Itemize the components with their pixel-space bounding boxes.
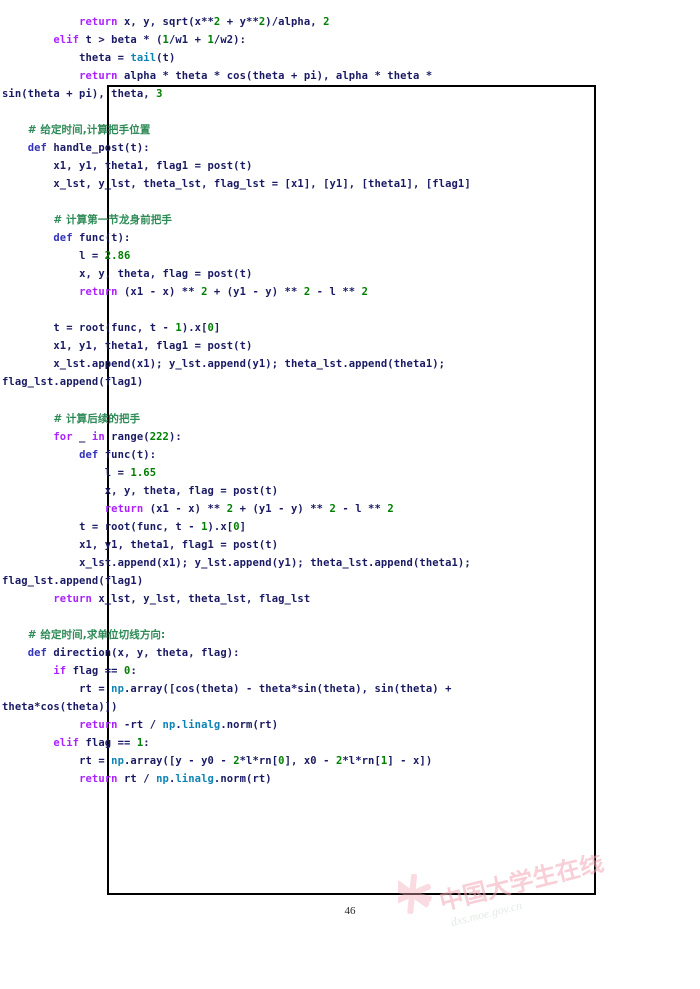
code-line: # 给定时间,求单位切线方向:	[27, 629, 166, 642]
code-line: rt = np.array([cos(theta) - theta*sin(th…	[2, 683, 458, 714]
code-line: x1, y1, theta1, flag1 = post(t)	[2, 538, 279, 551]
code-line: # 给定时间,计算把手位置	[27, 123, 151, 136]
code-line: theta = tail(t)	[2, 51, 176, 64]
code-line: for _ in range(222):	[53, 430, 182, 443]
code-line: def func(t):	[79, 448, 157, 461]
code-line: elif t > beta * (1/w1 + 1/w2):	[53, 33, 247, 46]
code-line: l = 2.86	[2, 250, 131, 263]
code-line: if flag == 0:	[53, 665, 137, 678]
code-line: return x, y, sqrt(x**2 + y**2)/alpha, 2	[79, 15, 330, 28]
code-line: return -rt / np.linalg.norm(rt)	[79, 719, 279, 732]
code-line: x, y, theta, flag = post(t)	[2, 484, 279, 497]
code-line: x_lst.append(x1); y_lst.append(y1); thet…	[2, 358, 452, 389]
code-line: x1, y1, theta1, flag1 = post(t)	[2, 340, 253, 353]
code-line: elif flag == 1:	[53, 737, 150, 750]
document-page: 中国大学生在线 dxs.moe.gov.cn return x, y, sqrt…	[0, 0, 700, 989]
code-line: x, y, theta, flag = post(t)	[2, 268, 253, 281]
code-line: return x_lst, y_lst, theta_lst, flag_lst	[53, 593, 311, 605]
code-line: x_lst.append(x1); y_lst.append(y1); thet…	[2, 556, 478, 587]
code-line: def func(t):	[53, 232, 131, 245]
code-line: x_lst, y_lst, theta_lst, flag_lst = [x1]…	[2, 177, 471, 190]
code-line: return (x1 - x) ** 2 + (y1 - y) ** 2 - l…	[104, 502, 394, 515]
code-line: def direction(x, y, theta, flag):	[27, 647, 240, 660]
code-line: l = 1.65	[2, 466, 157, 479]
code-line: return (x1 - x) ** 2 + (y1 - y) ** 2 - l…	[79, 286, 369, 299]
code-line: return rt / np.linalg.norm(rt)	[79, 773, 272, 786]
code-line: return alpha * theta * cos(theta + pi), …	[2, 69, 439, 100]
code-line: # 计算后续的把手	[53, 412, 141, 425]
code-line: rt = np.array([y - y0 - 2*l*rn[0], x0 - …	[2, 755, 433, 768]
code-line: t = root(func, t - 1).x[0]	[2, 520, 247, 533]
code-line: t = root(func, t - 1).x[0]	[2, 322, 221, 335]
code-line: def handle_post(t):	[27, 141, 150, 154]
python-code-listing: return x, y, sqrt(x**2 + y**2)/alpha, 2 …	[0, 13, 489, 789]
code-line: # 计算第一节龙身前把手	[53, 214, 173, 227]
code-line: x1, y1, theta1, flag1 = post(t)	[2, 159, 253, 172]
page-number: 46	[344, 905, 356, 917]
